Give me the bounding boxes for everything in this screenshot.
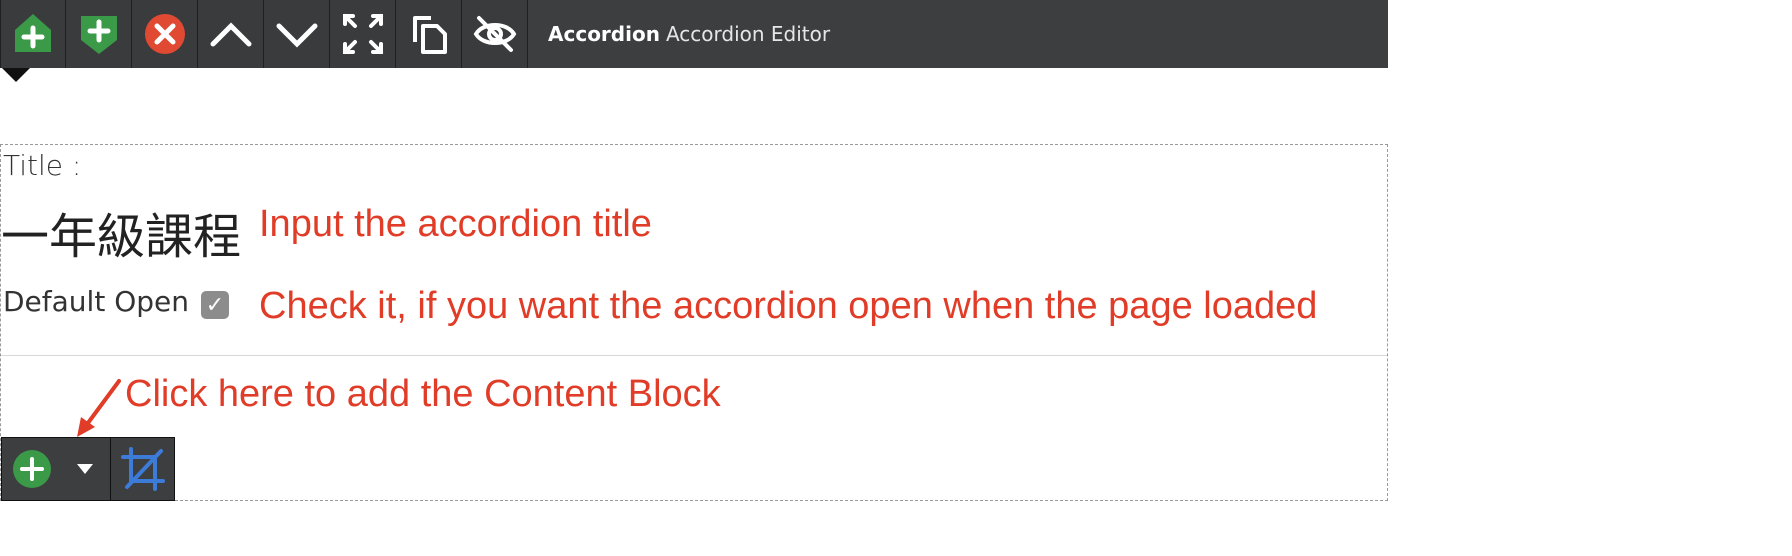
title-input[interactable]: 一年級課程	[1, 197, 241, 267]
eye-off-icon	[473, 16, 516, 52]
duplicate-button[interactable]	[396, 0, 462, 68]
fullscreen-icon	[342, 14, 383, 54]
add-block-annotation: Click here to add the Content Block	[125, 373, 721, 415]
crop-button[interactable]	[111, 437, 175, 501]
accordion-toolbar: Accordion Accordion Editor	[0, 0, 1388, 68]
content-block-toolbar	[1, 437, 175, 503]
accordion-editor-panel: Title : 一年級課程 Input the accordion title …	[0, 144, 1388, 501]
crop-icon	[120, 447, 165, 491]
add-above-button[interactable]	[0, 0, 66, 68]
title-annotation: Input the accordion title	[259, 203, 652, 245]
toolbar-pointer	[2, 68, 30, 82]
toolbar-title-rest: Accordion Editor	[665, 22, 831, 46]
title-label: Title :	[3, 149, 82, 182]
divider	[1, 355, 1387, 356]
toolbar-title: Accordion Accordion Editor	[528, 0, 830, 68]
add-below-button[interactable]	[66, 0, 132, 68]
copy-icon	[412, 16, 447, 54]
add-content-block-button[interactable]	[1, 437, 111, 501]
default-open-checkbox[interactable]: ✓	[201, 291, 229, 319]
move-down-button[interactable]	[264, 0, 330, 68]
delete-button[interactable]	[132, 0, 198, 68]
caret-down-icon[interactable]	[76, 463, 94, 475]
plus-circle-icon	[13, 450, 51, 488]
move-up-button[interactable]	[198, 0, 264, 68]
chevron-up-icon	[210, 22, 251, 47]
checkmark-icon: ✓	[205, 292, 225, 317]
toolbar-title-strong: Accordion	[548, 22, 660, 46]
add-above-icon	[15, 14, 51, 52]
chevron-down-icon	[276, 23, 317, 48]
delete-icon	[144, 14, 185, 54]
hide-button[interactable]	[462, 0, 528, 68]
annotation-arrow-icon	[77, 379, 121, 437]
add-below-icon	[80, 16, 117, 54]
fullscreen-button[interactable]	[330, 0, 396, 68]
default-open-label: Default Open :	[3, 285, 208, 318]
default-open-annotation: Check it, if you want the accordion open…	[259, 285, 1318, 327]
